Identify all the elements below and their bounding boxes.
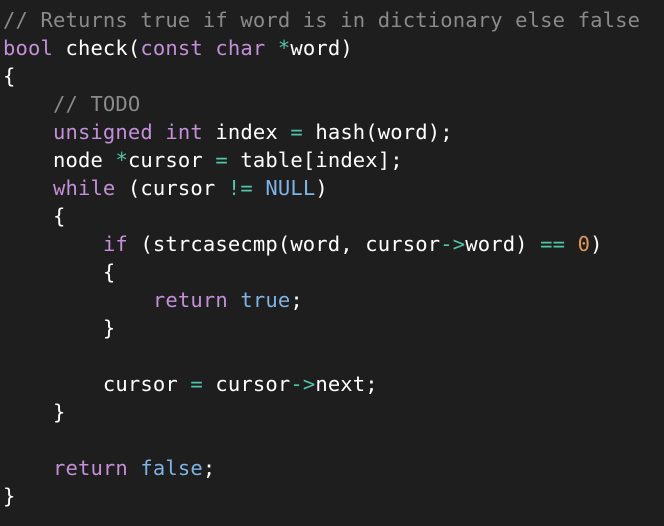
code-editor[interactable]: // Returns true if word is in dictionary…: [0, 0, 664, 526]
code-token: ;: [202, 456, 216, 480]
code-line[interactable]: }: [3, 314, 664, 342]
code-line[interactable]: {: [3, 202, 664, 230]
comment-token: // TODO: [52, 92, 141, 116]
code-line[interactable]: {: [3, 62, 664, 90]
code-line[interactable]: node *cursor = table[index];: [3, 146, 664, 174]
code-token: ): [590, 232, 603, 256]
code-line[interactable]: cursor = cursor->next;: [3, 370, 664, 398]
code-token: word): [290, 36, 353, 60]
code-line[interactable]: bool check(const char *word): [3, 34, 664, 62]
constant-token: true: [240, 288, 291, 312]
keyword-token: while: [52, 176, 116, 200]
operator-token: !=: [227, 176, 253, 200]
code-line[interactable]: if (strcasecmp(word, cursor->word) == 0): [3, 230, 664, 258]
code-token: next;: [315, 372, 378, 396]
code-line[interactable]: {: [3, 258, 664, 286]
code-token: }: [3, 400, 66, 424]
code-token: index: [202, 120, 291, 144]
operator-token: *: [115, 148, 128, 172]
operator-token: ==: [540, 232, 566, 256]
operator-token: *: [277, 36, 291, 60]
code-line[interactable]: }: [3, 398, 664, 426]
keyword-token: bool: [3, 36, 53, 60]
code-token: }: [3, 316, 116, 340]
code-token: (cursor: [115, 176, 228, 200]
code-token: table[index];: [227, 148, 403, 172]
code-token: hash(word);: [302, 120, 453, 144]
code-line[interactable]: [3, 342, 664, 370]
code-token: cursor: [202, 372, 291, 396]
code-token: {: [3, 204, 66, 228]
keyword-token: int: [165, 120, 203, 144]
code-token: cursor: [3, 372, 191, 396]
code-line[interactable]: return true;: [3, 286, 664, 314]
code-token: cursor: [127, 148, 216, 172]
code-token: (strcasecmp(word, cursor: [127, 232, 441, 256]
code-line[interactable]: }: [3, 482, 664, 510]
operator-token: =: [290, 120, 303, 144]
code-token: ;: [290, 288, 303, 312]
code-line[interactable]: // Returns true if word is in dictionary…: [3, 6, 664, 34]
code-line[interactable]: unsigned int index = hash(word);: [3, 118, 664, 146]
code-token: {: [3, 260, 116, 284]
operator-token: ->: [440, 232, 466, 256]
keyword-token: if: [102, 232, 128, 256]
code-line[interactable]: while (cursor != NULL): [3, 174, 664, 202]
keyword-token: char: [215, 36, 266, 60]
code-token: node: [3, 148, 116, 172]
keyword-token: return: [152, 288, 228, 312]
code-line[interactable]: [3, 426, 664, 454]
keyword-token: return: [52, 456, 128, 480]
keyword-token: unsigned: [52, 120, 153, 144]
comment-token: // Returns true if word is in dictionary…: [3, 8, 641, 32]
operator-token: ->: [290, 372, 316, 396]
number-token: 0: [577, 232, 591, 256]
code-line[interactable]: // TODO: [3, 90, 664, 118]
code-line[interactable]: return false;: [3, 454, 664, 482]
operator-token: =: [215, 148, 228, 172]
code-token: check(: [52, 36, 141, 60]
code-token: ): [315, 176, 328, 200]
operator-token: =: [190, 372, 203, 396]
constant-token: NULL: [265, 176, 316, 200]
constant-token: false: [140, 456, 203, 480]
code-token: }: [3, 484, 16, 508]
code-token: {: [3, 64, 16, 88]
code-token: word): [465, 232, 541, 256]
keyword-token: const: [140, 36, 203, 60]
